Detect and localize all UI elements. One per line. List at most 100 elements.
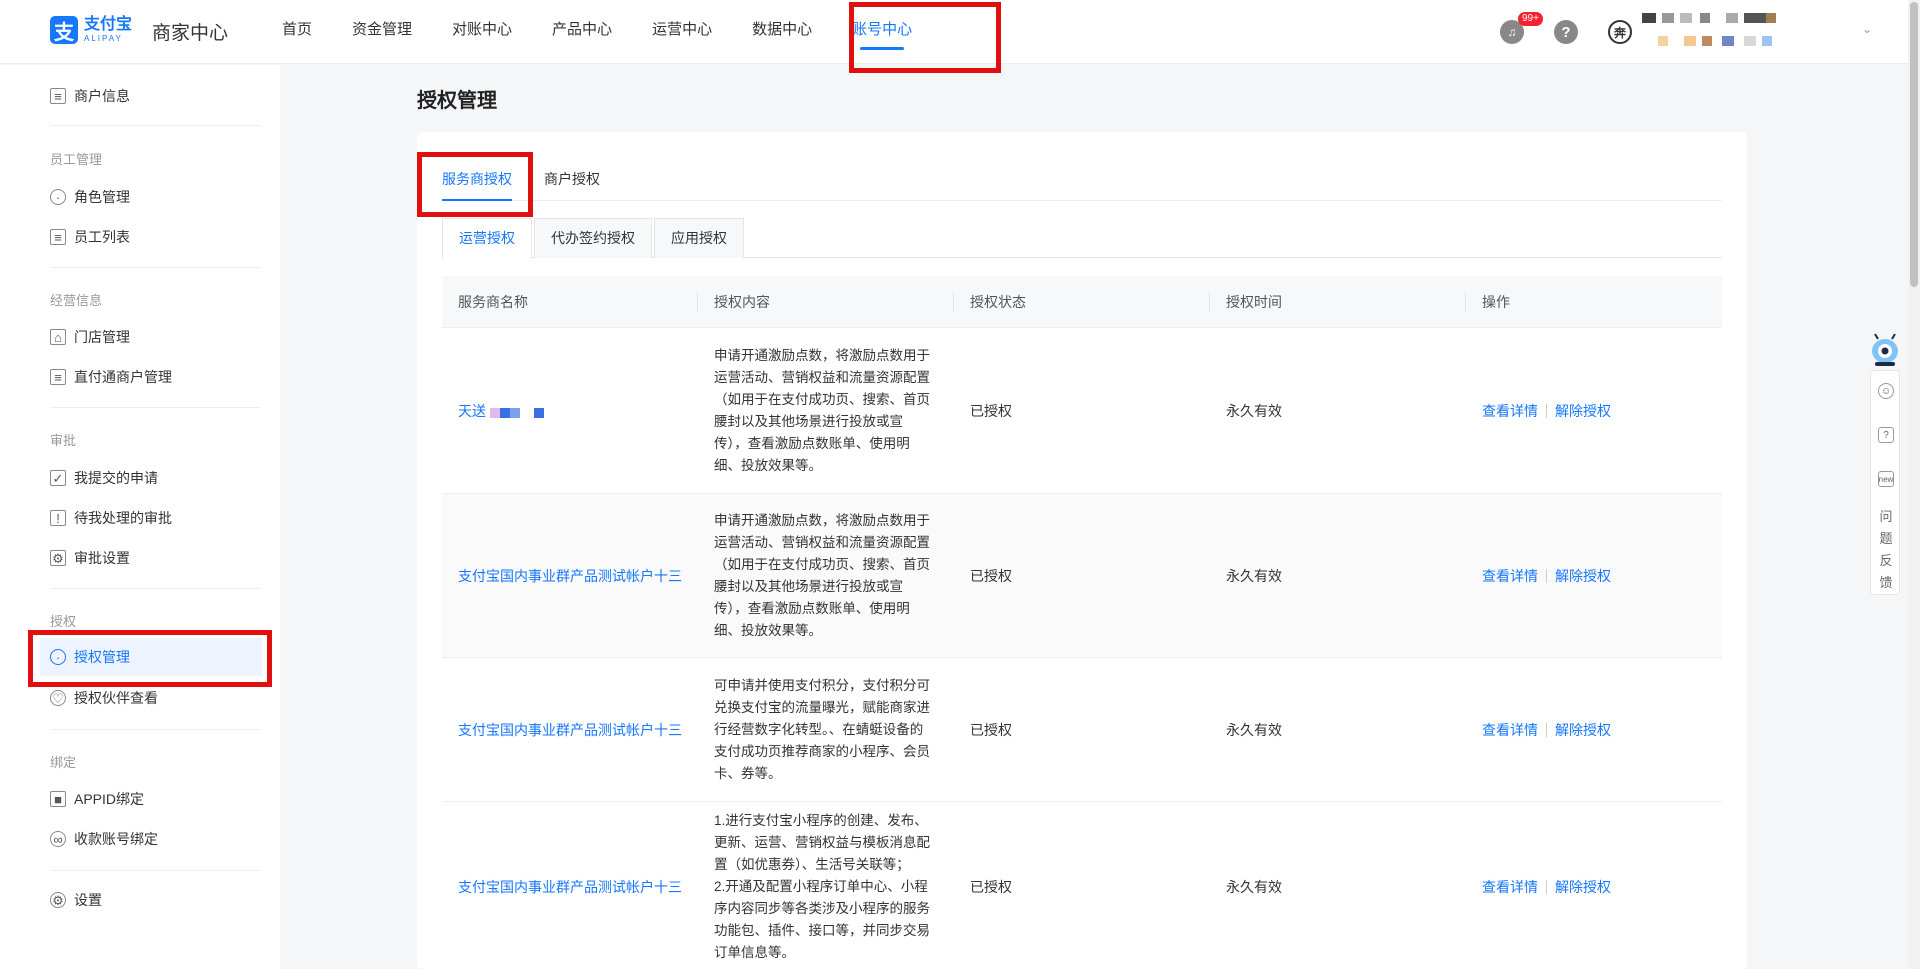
nav-data[interactable]: 数据中心	[732, 0, 832, 64]
customer-service-icon[interactable]: ☺	[1878, 383, 1894, 399]
auth-time: 永久有效	[1226, 721, 1282, 738]
sidebar-item-settings[interactable]: ⚙ 设置	[40, 881, 262, 919]
tab-agent-sign-auth[interactable]: 代办签约授权	[534, 218, 652, 258]
revoke-auth-link[interactable]: 解除授权	[1555, 877, 1611, 897]
chevron-down-icon[interactable]: ⌄	[1862, 22, 1872, 36]
gear-icon: ⚙	[50, 892, 66, 908]
row-actions: 查看详情 解除授权	[1466, 401, 1722, 421]
feedback-char: 题	[1879, 531, 1893, 546]
auth-status: 已授权	[970, 567, 1012, 584]
sidebar-item-store-mgmt[interactable]: ⌂ 门店管理	[40, 318, 262, 356]
nav-home[interactable]: 首页	[262, 0, 332, 64]
notification-badge: 99+	[1518, 12, 1543, 26]
assistant-mascot-icon[interactable]	[1870, 333, 1900, 367]
sidebar-divider	[50, 729, 260, 730]
content-line: 运营活动、营销权益和流量资源配置	[714, 369, 930, 385]
view-details-link[interactable]: 查看详情	[1482, 720, 1538, 740]
row-actions: 查看详情 解除授权	[1466, 877, 1722, 897]
sidebar-item-label: 设置	[74, 892, 102, 908]
alipay-logo[interactable]: 支 支付宝 ALIPAY	[50, 14, 134, 46]
avatar[interactable]: 奔	[1608, 20, 1632, 44]
primary-tabs: 服务商授权 商户授权	[442, 160, 1722, 201]
auth-status: 已授权	[970, 878, 1012, 895]
new-feature-icon[interactable]: new	[1878, 471, 1894, 487]
view-details-link[interactable]: 查看详情	[1482, 877, 1538, 897]
sidebar-item-approval-settings[interactable]: ⚙ 审批设置	[40, 539, 262, 577]
table-row: 支付宝国内事业群产品测试帐户十三 申请开通激励点数，将激励点数用于 运营活动、营…	[442, 494, 1722, 658]
auth-status: 已授权	[970, 402, 1012, 419]
sidebar-item-pending-approval[interactable]: ! 待我处理的审批	[40, 499, 262, 537]
sidebar-item-role-mgmt[interactable]: · 角色管理	[40, 178, 262, 216]
tab-operation-auth[interactable]: 运营授权	[442, 218, 532, 259]
content-line: 置（如优惠券）、生活号关联等；	[714, 856, 910, 872]
provider-name-link[interactable]: 天送	[442, 401, 698, 421]
page-scrollbar[interactable]	[1908, 0, 1920, 969]
provider-name-text: 天送	[458, 402, 486, 419]
feedback-char: 问	[1879, 509, 1893, 524]
content-line: 卡、券等。	[714, 765, 782, 781]
content-line: 2.开通及配置小程序订单中心、小程	[714, 878, 928, 894]
provider-name-redacted	[489, 404, 544, 420]
sidebar-item-staff-list[interactable]: ≡ 员工列表	[40, 218, 262, 256]
provider-name-link[interactable]: 支付宝国内事业群产品测试帐户十三	[442, 720, 698, 740]
auth-table: 服务商名称 授权内容 授权状态 授权时间 操作 天送 申请开通激励点数，将激励点…	[442, 276, 1722, 969]
sidebar-item-label: APPID绑定	[74, 791, 145, 807]
nav-products[interactable]: 产品中心	[532, 0, 632, 64]
sidebar-item-label: 员工列表	[74, 229, 130, 245]
auth-time: 永久有效	[1226, 567, 1282, 584]
action-separator	[1546, 568, 1547, 583]
content-line: 支付成功页推荐商家的小程序、会员	[714, 743, 930, 759]
nav-reconcile[interactable]: 对账中心	[432, 0, 532, 64]
settings-box-icon: ⚙	[50, 550, 66, 566]
auth-status: 已授权	[970, 721, 1012, 738]
main-nav: 首页 资金管理 对账中心 产品中心 运营中心 数据中心 账号中心	[262, 0, 932, 64]
help-icon[interactable]: ?	[1554, 20, 1578, 44]
sidebar-item-label: 角色管理	[74, 189, 130, 205]
check-box-icon: ✓	[50, 470, 66, 486]
provider-name-link[interactable]: 支付宝国内事业群产品测试帐户十三	[442, 566, 698, 586]
view-details-link[interactable]: 查看详情	[1482, 566, 1538, 586]
highlight-box-nav	[849, 2, 1001, 73]
list-icon: ≡	[50, 229, 66, 245]
sidebar-item-label: 审批设置	[74, 550, 130, 566]
heart-icon: ♡	[50, 690, 66, 706]
link-icon: ∞	[50, 831, 66, 847]
sidebar-item-label: 收款账号绑定	[74, 831, 158, 847]
row-actions: 查看详情 解除授权	[1466, 566, 1722, 586]
sidebar-item-account-bind[interactable]: ∞ 收款账号绑定	[40, 820, 262, 858]
content-line: 行经营数字化转型。、在蜻蜓设备的	[714, 721, 924, 737]
revoke-auth-link[interactable]: 解除授权	[1555, 401, 1611, 421]
help-box-icon[interactable]: ?	[1878, 427, 1894, 443]
id-card-icon: ≡	[50, 88, 66, 104]
row-actions: 查看详情 解除授权	[1466, 720, 1722, 740]
col-provider-name: 服务商名称	[442, 276, 698, 328]
col-auth-time: 授权时间	[1210, 276, 1466, 328]
provider-name-link[interactable]: 支付宝国内事业群产品测试帐户十三	[442, 877, 698, 897]
feedback-char: 馈	[1879, 575, 1893, 590]
auth-content: 可申请并使用支付积分，支付积分可 兑换支付宝的流量曝光，赋能商家进 行经营数字化…	[698, 675, 954, 785]
revoke-auth-link[interactable]: 解除授权	[1555, 566, 1611, 586]
sidebar-item-my-submitted[interactable]: ✓ 我提交的申请	[40, 459, 262, 497]
content-line: 细、投放效果等。	[714, 622, 822, 638]
page-title: 授权管理	[417, 90, 497, 112]
view-details-link[interactable]: 查看详情	[1482, 401, 1538, 421]
tab-merchant-auth[interactable]: 商户授权	[544, 160, 600, 201]
table-row: 支付宝国内事业群产品测试帐户十三 可申请并使用支付积分，支付积分可 兑换支付宝的…	[442, 658, 1722, 802]
feedback-button[interactable]: 问 题 反 馈	[1871, 506, 1901, 594]
nav-funds[interactable]: 资金管理	[332, 0, 432, 64]
nav-operations[interactable]: 运营中心	[632, 0, 732, 64]
content-line: （如用于在支付成功页、搜索、首页	[714, 556, 930, 572]
sidebar-item-merchant-info[interactable]: ≡ 商户信息	[40, 77, 262, 115]
sidebar-divider	[50, 125, 260, 126]
content-line: 申请开通激励点数，将激励点数用于	[714, 512, 930, 528]
sidebar-divider	[50, 870, 260, 871]
account-name-redacted[interactable]	[1640, 12, 1850, 50]
sidebar-group-ops: 经营信息	[50, 293, 103, 308]
revoke-auth-link[interactable]: 解除授权	[1555, 720, 1611, 740]
sidebar-item-appid-bind[interactable]: ■ APPID绑定	[40, 780, 262, 818]
sidebar-item-zhiying[interactable]: ≡ 直付通商户管理	[40, 358, 262, 396]
tab-app-auth[interactable]: 应用授权	[654, 218, 744, 258]
scrollbar-thumb[interactable]	[1910, 2, 1918, 287]
content-line: 申请开通激励点数，将激励点数用于	[714, 347, 930, 363]
sidebar: ≡ 商户信息 员工管理 · 角色管理 ≡ 员工列表 经营信息 ⌂ 门店管理 ≡ …	[0, 65, 280, 969]
